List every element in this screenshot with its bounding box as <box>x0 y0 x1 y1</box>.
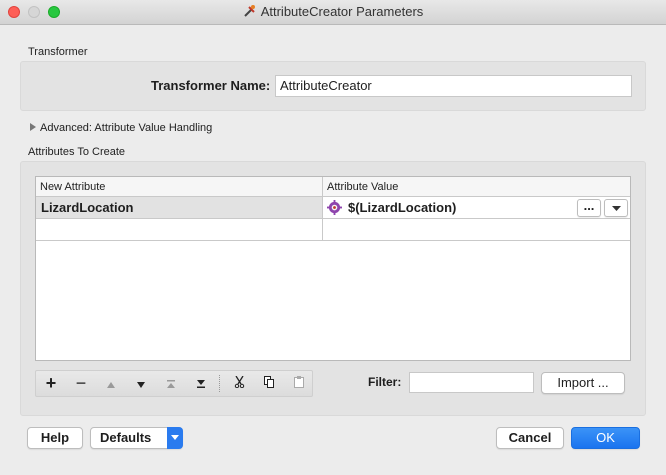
move-top-icon[interactable] <box>156 371 186 396</box>
ellipsis-button[interactable]: ... <box>577 199 601 217</box>
value-dropdown-button[interactable] <box>604 199 628 217</box>
chevron-down-icon <box>612 206 621 211</box>
column-header-new-attribute[interactable]: New Attribute <box>36 177 323 197</box>
attribute-value-gear-icon <box>327 200 342 215</box>
defaults-chevron-icon <box>167 427 183 449</box>
title-bar: AttributeCreator Parameters <box>0 0 666 25</box>
table-row-empty-name-cell[interactable] <box>36 219 323 241</box>
add-icon[interactable]: + <box>36 371 66 396</box>
table-row-empty-value-cell[interactable] <box>323 219 630 241</box>
window-title-area: AttributeCreator Parameters <box>0 0 666 24</box>
move-down-icon[interactable] <box>126 371 156 396</box>
table-row-name-cell[interactable]: LizardLocation <box>36 197 323 219</box>
paste-icon[interactable] <box>284 371 314 396</box>
window-title: AttributeCreator Parameters <box>260 4 424 19</box>
transformer-group-label: Transformer <box>28 46 88 58</box>
attribute-value-text: $(LizardLocation) <box>348 200 457 215</box>
help-button[interactable]: Help <box>27 427 83 449</box>
table-toolbar: + − <box>35 370 313 397</box>
attributes-group-label: Attributes To Create <box>28 146 126 158</box>
cut-icon[interactable] <box>224 371 254 396</box>
defaults-label: Defaults <box>100 430 152 445</box>
toolbar-separator <box>219 375 220 392</box>
move-bottom-icon[interactable] <box>186 371 216 396</box>
move-up-icon[interactable] <box>96 371 126 396</box>
import-button[interactable]: Import ... <box>541 372 625 394</box>
filter-input[interactable] <box>409 372 534 393</box>
filter-label: Filter: <box>368 375 402 389</box>
disclosure-triangle-icon <box>30 123 36 131</box>
ok-button[interactable]: OK <box>571 427 640 449</box>
remove-icon[interactable]: − <box>66 371 96 396</box>
copy-icon[interactable] <box>254 371 284 396</box>
transformer-panel: Transformer Name: AttributeCreator <box>20 61 646 111</box>
transformer-name-input[interactable]: AttributeCreator <box>275 75 632 97</box>
fme-transformer-icon <box>243 5 255 17</box>
advanced-label: Advanced: Attribute Value Handling <box>40 122 213 134</box>
advanced-section-toggle[interactable]: Advanced: Attribute Value Handling <box>30 122 212 134</box>
cancel-button[interactable]: Cancel <box>496 427 564 449</box>
defaults-dropdown[interactable]: Defaults <box>90 427 183 449</box>
attributes-table[interactable]: New Attribute Attribute Value LizardLoca… <box>35 176 631 361</box>
transformer-name-label: Transformer Name: <box>151 78 271 93</box>
column-header-attribute-value[interactable]: Attribute Value <box>323 177 630 197</box>
